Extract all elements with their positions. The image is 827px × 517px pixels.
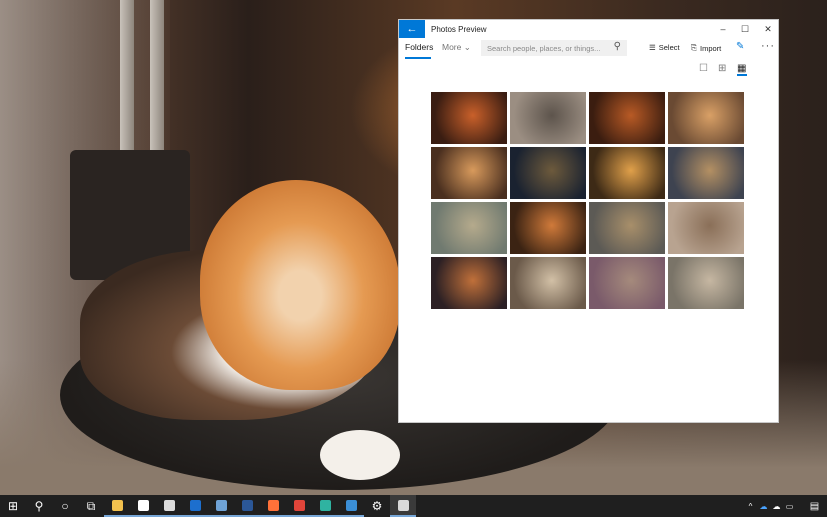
settings-icon[interactable]: ⚙: [364, 495, 390, 517]
onedrive-icon[interactable]: ☁: [757, 502, 770, 511]
photo-thumbnail[interactable]: [589, 147, 665, 199]
cortana-icon[interactable]: ○: [52, 495, 78, 517]
photos-legacy-icon[interactable]: [208, 495, 234, 517]
photo-thumbnail[interactable]: [431, 257, 507, 309]
active-tab-indicator: [405, 57, 431, 59]
photos-window: ← Photos Preview – ☐ ✕ Folders More ⌄ Se…: [398, 19, 779, 423]
search-icon[interactable]: ⚲: [26, 495, 52, 517]
photo-thumbnail[interactable]: [510, 202, 586, 254]
tab-folders[interactable]: Folders: [405, 42, 433, 52]
import-label: Import: [700, 43, 722, 53]
photo-thumbnail[interactable]: [510, 92, 586, 144]
view-large-icon[interactable]: ▦: [737, 64, 747, 76]
firefox-icon[interactable]: [260, 495, 286, 517]
view-size-toggles: ☐ ⊞ ▦: [699, 64, 747, 78]
photo-grid: [431, 92, 747, 312]
tray-chevron-icon[interactable]: ^: [744, 502, 757, 511]
view-medium-icon[interactable]: ⊞: [718, 64, 728, 74]
photo-thumbnail[interactable]: [510, 257, 586, 309]
photo-thumbnail[interactable]: [589, 257, 665, 309]
photo-thumbnail[interactable]: [668, 92, 744, 144]
photo-row: [431, 147, 747, 199]
file-explorer-icon[interactable]: [104, 495, 130, 517]
toolbar: Folders More ⌄ Search people, places, or…: [399, 40, 778, 60]
store-icon[interactable]: [130, 495, 156, 517]
photo-thumbnail[interactable]: [668, 202, 744, 254]
import-icon: ⎘: [691, 43, 697, 52]
display-icon[interactable]: ▭: [783, 502, 796, 511]
taskbar: ⊞ ⚲ ○ ⧉ ⚙ ^ ☁ ☁ ▭ ▤: [0, 495, 827, 517]
view-single-icon[interactable]: ☐: [699, 64, 709, 74]
back-arrow-icon: ←: [406, 23, 418, 35]
photos-app-icon[interactable]: [390, 495, 416, 517]
photo-thumbnail[interactable]: [668, 147, 744, 199]
taskbar-apps: [104, 495, 364, 517]
cloud-icon[interactable]: ☁: [770, 502, 783, 511]
photo-thumbnail[interactable]: [589, 92, 665, 144]
pen-icon[interactable]: ✎: [736, 41, 744, 52]
photo-thumbnail[interactable]: [668, 257, 744, 309]
select-label: Select: [658, 43, 680, 52]
start-icon[interactable]: ⊞: [0, 495, 26, 517]
photo-thumbnail[interactable]: [589, 202, 665, 254]
select-list-icon: ☰: [649, 43, 656, 52]
photo-thumbnail[interactable]: [431, 202, 507, 254]
maximize-button[interactable]: ☐: [734, 20, 756, 38]
search-placeholder: Search people, places, or things...: [487, 43, 601, 53]
photo-row: [431, 92, 747, 144]
title-bar: ← Photos Preview – ☐ ✕: [399, 20, 778, 38]
word-icon[interactable]: [234, 495, 260, 517]
photo-thumbnail[interactable]: [431, 92, 507, 144]
back-button[interactable]: ←: [399, 20, 425, 38]
select-button[interactable]: ☰ Select: [649, 43, 680, 52]
notification-icon[interactable]: ▤: [808, 501, 821, 512]
search-icon[interactable]: ⚲: [614, 41, 621, 52]
minimize-button[interactable]: –: [712, 20, 734, 38]
mail-icon[interactable]: [156, 495, 182, 517]
wallpaper-paw: [320, 430, 400, 480]
task-view-icon[interactable]: ⧉: [78, 495, 104, 517]
close-button[interactable]: ✕: [757, 20, 779, 38]
import-button[interactable]: ⎘ Import: [691, 43, 721, 53]
photo-row: [431, 202, 747, 254]
system-tray: ^ ☁ ☁ ▭ ▤: [744, 495, 827, 517]
window-title: Photos Preview: [431, 24, 487, 34]
more-options-icon[interactable]: ···: [761, 40, 775, 52]
search-input[interactable]: Search people, places, or things... ⚲: [481, 40, 627, 56]
edge-icon[interactable]: [312, 495, 338, 517]
wallpaper-cat: [200, 180, 400, 390]
edge-beta-icon[interactable]: [338, 495, 364, 517]
photo-thumbnail[interactable]: [510, 147, 586, 199]
chrome-icon[interactable]: [286, 495, 312, 517]
outlook-icon[interactable]: [182, 495, 208, 517]
photo-row: [431, 257, 747, 309]
more-menu[interactable]: More ⌄: [442, 42, 471, 53]
photo-thumbnail[interactable]: [431, 147, 507, 199]
